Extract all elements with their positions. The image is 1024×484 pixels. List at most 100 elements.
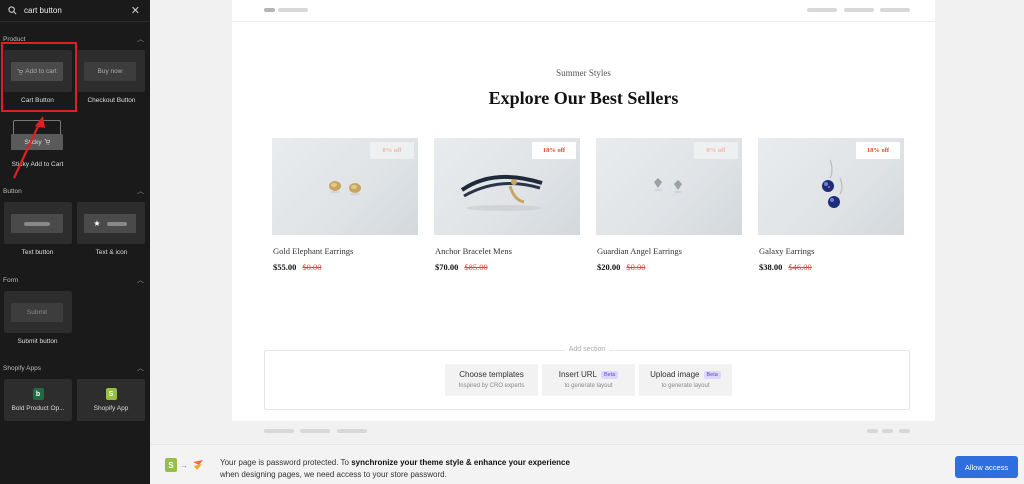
angel-earrings-image [654,178,682,193]
annotation-arrow-icon [13,116,45,179]
chevron-up-icon: ︿ [137,188,144,195]
banner-logos: S → [165,458,205,472]
galaxy-earrings-image [822,159,843,208]
product-name[interactable]: Galaxy Earrings [758,246,904,256]
option-subtitle: Inspired by CRO experts [458,383,525,389]
add-section-title: Add section [265,346,909,353]
search-bar: ✕ [0,0,150,22]
compare-price: $0.00 [302,262,322,272]
beta-badge: Beta [703,370,721,379]
app-label: Shopify App [93,405,129,412]
allow-access-button[interactable]: Allow access [955,456,1018,478]
chevron-up-icon: ︿ [137,36,144,43]
product-name[interactable]: Anchor Bracelet Mens [434,246,580,256]
search-icon [8,6,17,15]
product-prices: $38.00 $46.00 [758,262,904,272]
header-placeholder [264,8,275,12]
footer-placeholder [882,429,893,433]
footer-placeholder [867,429,878,433]
editor-canvas-area: Summer Styles Explore Our Best Sellers 0… [150,0,1024,444]
footer-placeholder [337,429,367,433]
header-placeholder [880,8,910,12]
page-canvas: Summer Styles Explore Our Best Sellers 0… [232,0,935,433]
product-name[interactable]: Gold Elephant Earrings [272,246,418,256]
insert-url-button[interactable]: Insert URL Beta to generate layout [542,364,635,396]
section-header-shopify-apps[interactable]: Shopify Apps ︿ [0,362,150,374]
tile-label-text-button: Text button [21,249,54,256]
tile-preview: Buy now [84,62,136,81]
option-title: Upload image Beta [639,370,732,379]
shopify-bag-icon: S [105,388,117,400]
element-tile-shopify-app[interactable]: S Shopify App [77,379,145,421]
header-placeholder [844,8,874,12]
option-subtitle: to generate layout [564,383,613,389]
product-image[interactable]: 18% off [434,138,580,235]
option-title: Choose templates [459,370,524,379]
product-price: $38.00 [759,262,783,272]
search-input[interactable] [24,6,124,15]
product-image[interactable]: 0% off [596,138,742,235]
section-header-button[interactable]: Button ︿ [0,185,150,197]
section-subtitle: Summer Styles [556,68,611,78]
sidebar: ✕ Product ︿ Add to cart Cart Button Buy … [0,0,150,484]
section-header-form[interactable]: Form ︿ [0,274,150,286]
app-label: Bold Product Op... [11,405,65,412]
header-placeholder [278,8,308,12]
tile-preview [11,214,63,233]
clear-search-icon[interactable]: ✕ [131,4,140,17]
product-card[interactable]: 0% off Guardian Angel Earrings $20.00 $0.… [596,138,742,272]
tile-label-text-icon: Text & icon [95,249,128,256]
highlight-box [1,42,77,112]
bracelet-image [460,174,543,211]
element-tile-text-button[interactable] [4,202,72,244]
section-title: Explore Our Best Sellers [488,88,679,108]
tile-preview: Submit [11,303,63,322]
product-price: $20.00 [597,262,621,272]
product-name[interactable]: Guardian Angel Earrings [596,246,742,256]
footer-placeholder [264,429,294,433]
tile-label-submit-button: Submit button [17,338,58,345]
element-tile-bold-product-options[interactable]: b Bold Product Op... [4,379,72,421]
shopify-bag-icon: S [165,458,177,472]
password-banner: S → Your page is password protected. To … [150,444,1024,484]
element-tile-text-icon[interactable]: ★ [77,202,145,244]
star-icon: ★ [93,219,101,228]
footer-placeholder [899,429,910,433]
element-tile-submit-button[interactable]: Submit [4,291,72,333]
gempages-logo-icon [193,460,203,470]
product-image[interactable]: 18% off [758,138,904,235]
product-prices: $70.00 $85.00 [434,262,580,272]
compare-price: $0.00 [626,262,646,272]
text-placeholder-bar [24,221,50,226]
product-image[interactable]: 0% off [272,138,418,235]
choose-templates-button[interactable]: Choose templates Inspired by CRO experts [445,364,538,396]
bold-app-icon: b [32,388,44,400]
product-card[interactable]: 18% off Anchor Bracelet Mens $70.00 $85.0… [434,138,580,272]
section-label: Button [3,187,22,195]
header-divider [232,21,935,22]
product-prices: $55.00 $0.00 [272,262,418,272]
header-placeholder [807,8,837,12]
banner-message: Your page is password protected. To sync… [220,458,570,479]
text-placeholder-bar [106,221,127,226]
tile-label-checkout-button: Checkout Button [87,97,136,104]
app-tile-content: b Bold Product Op... [4,379,72,421]
add-section-panel: Add section Choose templates Inspired by… [264,346,910,410]
product-card[interactable]: 0% off Gold Elephant Earrings $55.00 $0.0… [272,138,418,272]
chevron-up-icon: ︿ [137,365,144,372]
option-title: Insert URL Beta [542,370,635,379]
product-price: $70.00 [435,262,459,272]
chevron-up-icon: ︿ [137,277,144,284]
option-subtitle: to generate layout [661,383,710,389]
footer-placeholder [300,429,330,433]
earrings-image [329,181,361,196]
app-tile-content: S Shopify App [77,379,145,421]
compare-price: $46.00 [788,262,812,272]
product-card[interactable]: 18% off Galaxy Earrings $38.00 $46.00 [758,138,904,272]
upload-image-button[interactable]: Upload image Beta to generate layout [639,364,732,396]
product-price: $55.00 [273,262,297,272]
element-tile-checkout-button[interactable]: Buy now [77,50,145,92]
product-prices: $20.00 $0.00 [596,262,742,272]
compare-price: $85.00 [464,262,488,272]
section-label: Shopify Apps [3,364,41,372]
